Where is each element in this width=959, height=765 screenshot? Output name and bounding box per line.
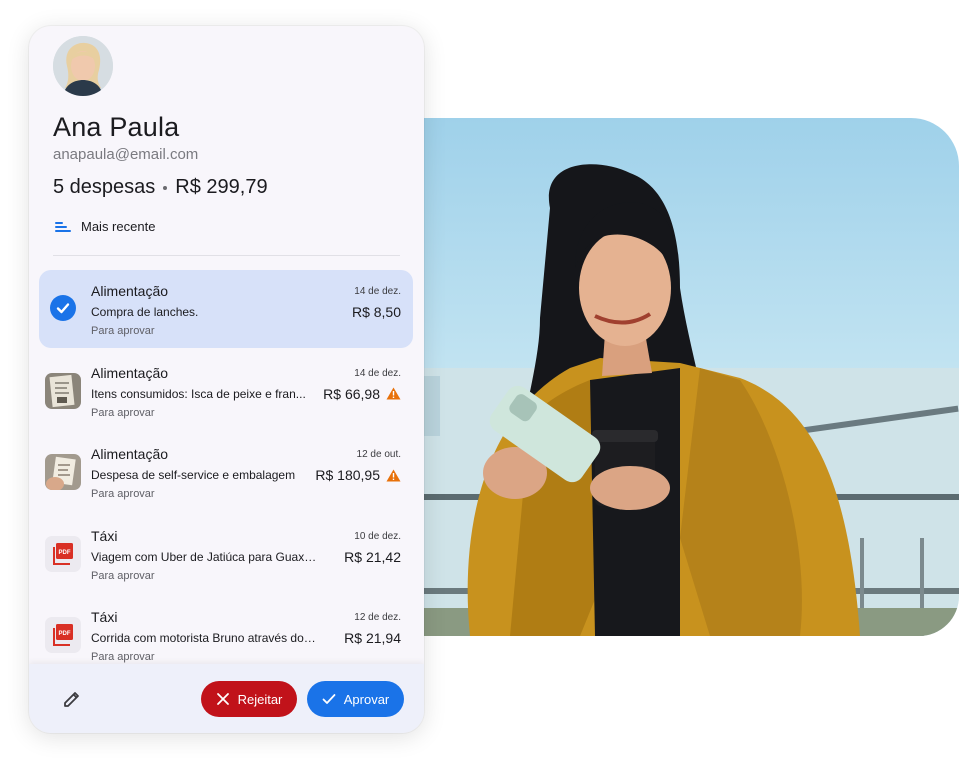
pdf-icon: PDF: [45, 617, 81, 653]
warning-icon: [386, 387, 401, 400]
approve-button[interactable]: Aprovar: [307, 681, 404, 717]
separator-dot: [163, 185, 168, 190]
expense-count: 5 despesas: [53, 176, 156, 198]
expense-category: Alimentação: [91, 283, 169, 299]
pdf-badge-text: PDF: [59, 631, 71, 637]
expense-date: 14 de dez.: [354, 286, 401, 297]
expense-approval-card: Ana Paula anapaula@email.com 5 despesas …: [29, 26, 424, 733]
expense-category: Táxi: [91, 527, 118, 544]
sort-icon: [55, 221, 71, 233]
receipt-photo: [45, 454, 81, 490]
expense-description: Compra de lanches.: [91, 305, 199, 319]
divider: [53, 255, 400, 256]
expense-summary: 5 despesas R$ 299,79: [53, 176, 268, 199]
expense-amount: R$ 21,94: [344, 630, 401, 646]
expense-item[interactable]: Alimentação 14 de dez. Itens consumidos:…: [39, 352, 413, 434]
expense-item[interactable]: PDF Táxi 10 de dez. Viagem com Uber de J…: [39, 515, 413, 597]
expense-amount: R$ 180,95: [315, 467, 401, 483]
approve-label: Aprovar: [343, 691, 390, 707]
expense-status: Para aprovar: [91, 488, 155, 500]
expense-description: Viagem com Uber de Jatiúca para Guaxum..…: [91, 549, 319, 564]
sort-button[interactable]: Mais recente: [55, 219, 155, 234]
expense-date: 14 de dez.: [354, 367, 401, 379]
expense-status: Para aprovar: [91, 406, 155, 419]
reject-button[interactable]: Rejeitar: [201, 681, 297, 717]
expense-date: 12 de dez.: [354, 612, 401, 623]
expense-status: Para aprovar: [91, 325, 155, 337]
reject-label: Rejeitar: [237, 691, 283, 707]
expense-date: 12 de out.: [356, 449, 401, 460]
close-icon: [216, 693, 229, 705]
expense-category: Alimentação: [91, 364, 169, 381]
expense-amount-value: R$ 66,98: [323, 385, 380, 402]
expense-list: Alimentação 14 de dez. Compra de lanches…: [39, 270, 413, 678]
expense-amount-value: R$ 21,42: [344, 548, 401, 565]
hero-photo: [380, 118, 959, 636]
expense-total: R$ 299,79: [175, 176, 268, 198]
expense-category: Táxi: [91, 609, 118, 625]
expense-amount-value: R$ 180,95: [315, 467, 380, 483]
expense-item[interactable]: Alimentação 14 de dez. Compra de lanches…: [39, 270, 413, 348]
expense-description: Despesa de self-service e embalagem: [91, 468, 296, 482]
user-name: Ana Paula: [53, 112, 180, 142]
expense-status: Para aprovar: [91, 569, 155, 582]
expense-item[interactable]: Alimentação 12 de out. Despesa de self-s…: [39, 433, 413, 515]
expense-category: Alimentação: [91, 446, 169, 462]
expense-amount: R$ 21,42: [344, 549, 401, 565]
check-icon: [322, 694, 336, 704]
avatar[interactable]: [53, 36, 113, 96]
receipt-photo: [45, 372, 81, 409]
edit-icon[interactable]: [61, 688, 83, 710]
check-icon[interactable]: [50, 295, 76, 321]
expense-amount: R$ 8,50: [352, 304, 401, 320]
expense-amount: R$ 66,98: [323, 386, 401, 402]
expense-status: Para aprovar: [91, 651, 155, 663]
sort-label: Mais recente: [81, 219, 156, 234]
expense-amount-value: R$ 21,94: [344, 630, 401, 646]
expense-description: Corrida com motorista Bruno através do a…: [91, 631, 319, 645]
warning-icon: [386, 469, 401, 481]
pdf-icon: PDF: [45, 535, 81, 572]
expense-description: Itens consumidos: Isca de peixe e fran..…: [91, 386, 306, 401]
user-email: anapaula@email.com: [53, 146, 199, 163]
expense-amount-value: R$ 8,50: [351, 304, 401, 320]
pdf-badge-text: PDF: [59, 550, 71, 556]
expense-date: 10 de dez.: [354, 530, 401, 542]
action-bar: Rejeitar Aprovar: [29, 664, 424, 733]
